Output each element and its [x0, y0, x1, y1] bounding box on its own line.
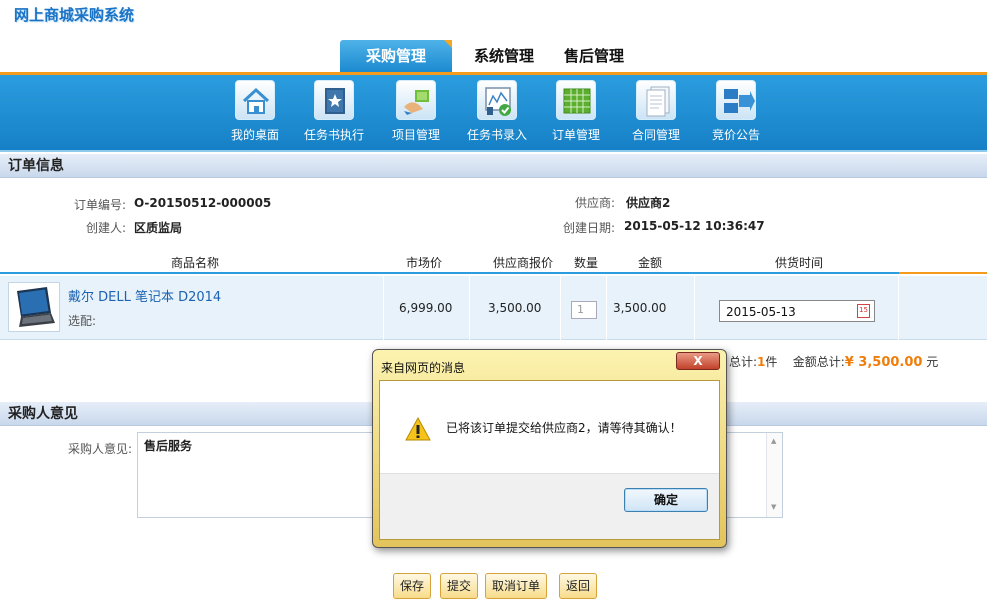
table-row: 戴尔 DELL 笔记本 D2014 选配: 6,999.00 3,500.00 …: [0, 276, 987, 340]
cell-divider: [694, 276, 695, 340]
order-info-header: 订单信息: [0, 154, 987, 178]
col-product-name: 商品名称: [170, 256, 219, 270]
dialog-body: 已将该订单提交给供应商2，请等待其确认！ 确定: [379, 380, 720, 540]
tab-procurement[interactable]: 采购管理: [340, 40, 452, 72]
cell-divider: [560, 276, 561, 340]
nav-task-entry[interactable]: 任务书录入: [460, 80, 534, 143]
creator-value: 区质监局: [134, 221, 183, 235]
book-icon: [314, 80, 354, 120]
col-supplier-quote: 供应商报价: [492, 256, 553, 270]
cell-divider: [383, 276, 384, 340]
nav-label: 我的桌面: [230, 128, 279, 142]
cancel-order-button[interactable]: 取消订单: [485, 573, 548, 599]
total-count-unit: 件: [765, 355, 778, 369]
dialog-message-area: 已将该订单提交给供应商2，请等待其确认！: [380, 381, 719, 473]
supplier-label: 供应商:: [574, 196, 615, 210]
dialog-footer: 确定: [380, 473, 719, 539]
quantity-input[interactable]: 1: [571, 301, 597, 319]
nav-label: 竞价公告: [711, 128, 760, 142]
scroll-up-icon[interactable]: ▲: [771, 437, 776, 445]
nav-label: 订单管理: [551, 128, 600, 142]
top-tabs: 采购管理 系统管理 售后管理: [0, 40, 987, 72]
opinion-text: 售后服务: [144, 439, 193, 453]
project-icon: [396, 80, 436, 120]
cell-divider: [469, 276, 470, 340]
supplier-quote-cell: 3,500.00: [488, 301, 542, 315]
back-button[interactable]: 返回: [559, 573, 598, 599]
supplier-value: 供应商2: [626, 196, 671, 210]
calendar-icon[interactable]: 15: [857, 304, 870, 318]
delivery-date-value: 2015-05-13: [726, 305, 796, 319]
cell-divider: [898, 276, 899, 340]
cell-divider: [606, 276, 607, 340]
opinion-label: 采购人意见:: [67, 442, 132, 456]
col-delivery-time: 供货时间: [774, 256, 823, 270]
delivery-date-input[interactable]: 2015-05-13 15: [719, 300, 875, 322]
scroll-down-icon[interactable]: ▼: [771, 503, 776, 511]
tab-system[interactable]: 系统管理: [470, 40, 538, 72]
nav-label: 任务书执行: [303, 128, 364, 142]
warning-icon: [405, 416, 431, 441]
announcement-icon: [716, 80, 756, 120]
dialog-close-button[interactable]: X: [676, 352, 720, 370]
header-accent-line: [899, 272, 987, 274]
document-icon: [636, 80, 676, 120]
market-price-cell: 6,999.00: [399, 301, 453, 315]
opinion-scrollbar[interactable]: ▲ ▼: [766, 433, 782, 517]
nav-bid-announcement[interactable]: 竞价公告: [699, 80, 773, 143]
order-no-value: O-20150512-000005: [134, 196, 272, 210]
nav-task-execution[interactable]: 任务书执行: [297, 80, 371, 143]
nav-my-desktop[interactable]: 我的桌面: [218, 80, 292, 143]
nav-order-management[interactable]: 订单管理: [539, 80, 613, 143]
app-title: 网上商城采购系统: [14, 6, 135, 24]
created-value: 2015-05-12 10:36:47: [624, 219, 765, 233]
nav-project-management[interactable]: 项目管理: [379, 80, 453, 143]
nav-label: 任务书录入: [466, 128, 527, 142]
spreadsheet-icon: [556, 80, 596, 120]
ok-button[interactable]: 确定: [624, 488, 708, 512]
col-quantity: 数量: [573, 256, 598, 270]
amount-cell: 3,500.00: [613, 301, 667, 315]
total-amount: ¥ 3,500.00: [844, 355, 923, 370]
col-market-price: 市场价: [405, 256, 442, 270]
home-icon: [235, 80, 275, 120]
alert-dialog: 来自网页的消息 X 已将该订单提交给供应商2，请等待其确认！ 确定: [372, 349, 727, 548]
tab-after-sales[interactable]: 售后管理: [560, 40, 628, 72]
total-amount-label: 金额总计:: [792, 355, 845, 369]
submit-button[interactable]: 提交: [440, 573, 479, 599]
col-amount: 金额: [637, 256, 662, 270]
order-totals: 总计:1件 金额总计:¥ 3,500.00 元: [729, 353, 938, 370]
product-thumbnail[interactable]: [8, 282, 60, 332]
order-table-header: 商品名称 市场价 供应商报价 数量 金额 供货时间: [0, 252, 987, 274]
product-name-link[interactable]: 戴尔 DELL 笔记本 D2014: [68, 286, 221, 305]
save-button[interactable]: 保存: [393, 573, 432, 599]
created-label: 创建日期:: [562, 221, 615, 235]
task-entry-icon: [477, 80, 517, 120]
product-options-label: 选配:: [68, 314, 97, 328]
icon-toolbar: 我的桌面 任务书执行 项目管理 任务书录入 订单管理 合同管理 竞价公告: [0, 75, 987, 152]
nav-label: 合同管理: [631, 128, 680, 142]
total-count-label: 总计:: [729, 355, 758, 369]
dialog-title: 来自网页的消息: [381, 361, 466, 375]
nav-contract-management[interactable]: 合同管理: [619, 80, 693, 143]
order-no-label: 订单编号:: [73, 198, 126, 212]
dialog-message: 已将该订单提交给供应商2，请等待其确认！: [446, 421, 682, 435]
total-amount-unit: 元: [926, 355, 939, 369]
nav-label: 项目管理: [391, 128, 440, 142]
creator-label: 创建人:: [85, 221, 126, 235]
